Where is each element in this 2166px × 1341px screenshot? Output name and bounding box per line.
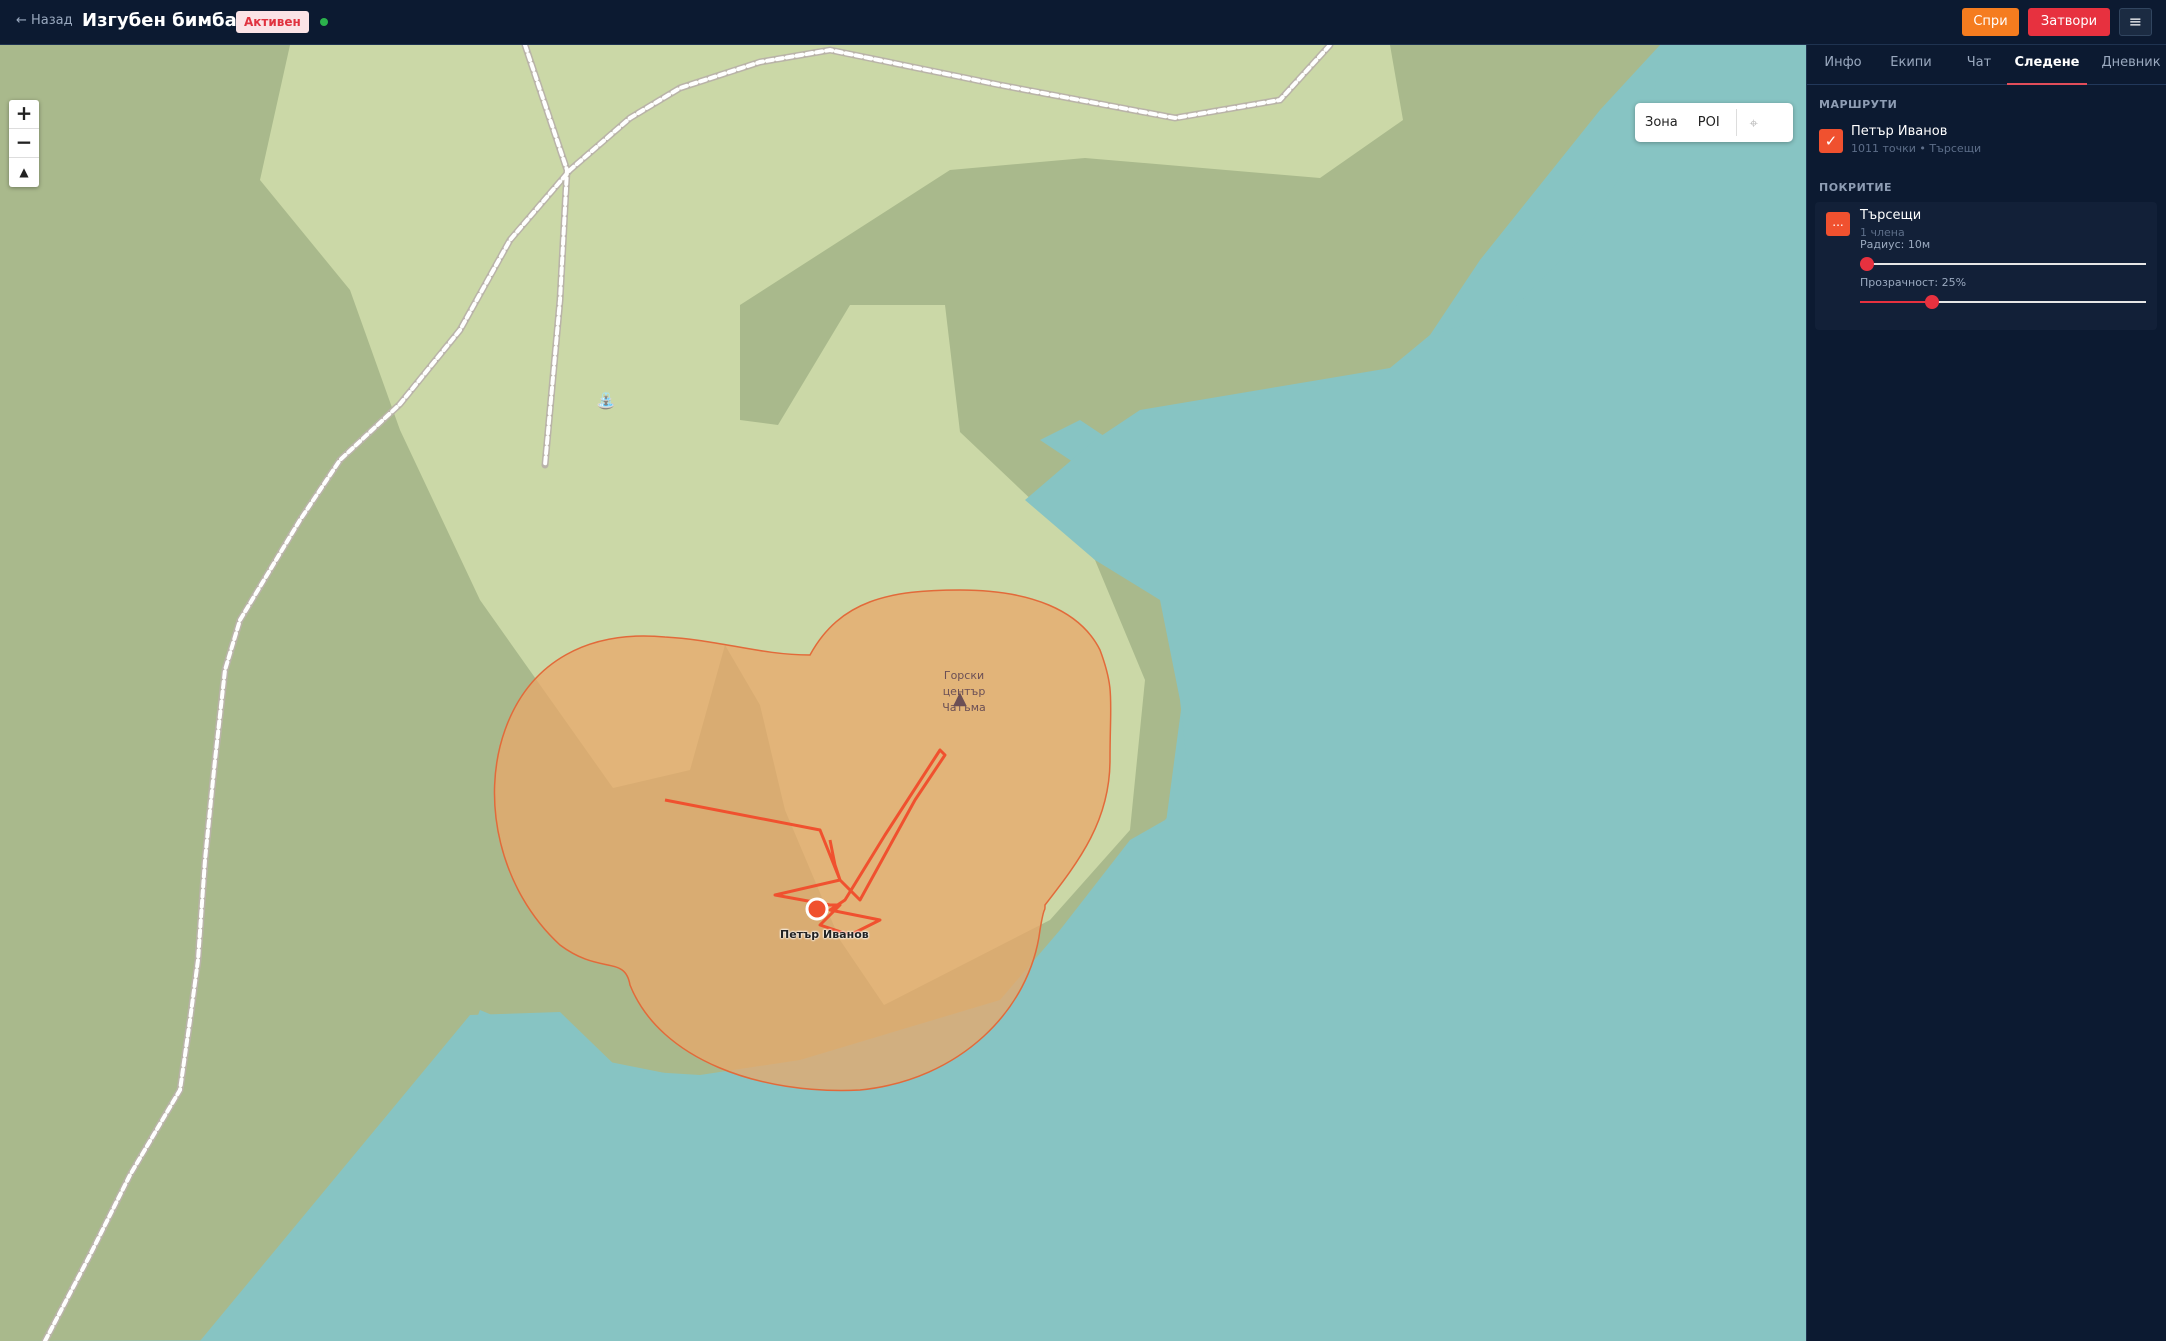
routes-section-title: МАРШРУТИ xyxy=(1819,98,1898,111)
poi-label: Горски център Чатъма xyxy=(935,668,993,716)
top-bar: ← Назад Изгубен бимбаец Активен Спри Зат… xyxy=(0,0,2166,45)
zoom-controls: + − ▲ xyxy=(9,100,39,187)
slider-thumb[interactable] xyxy=(1924,295,1939,309)
map-layers xyxy=(0,45,1806,1341)
slider-fill xyxy=(1860,301,1932,303)
route-meta: 1011 точки • Търсещи xyxy=(1851,142,1982,155)
opacity-slider[interactable] xyxy=(1860,295,2146,309)
poi-toggle[interactable]: POI xyxy=(1688,103,1730,142)
coverage-section-title: ПОКРИТИЕ xyxy=(1819,181,1893,194)
tab-bar: Инфо Екипи Чат Следене Дневник xyxy=(1807,45,2166,85)
map-canvas[interactable]: + − ▲ Зона POI ⌖ ⛲ ▲ Горски център Чатъм… xyxy=(0,45,1806,1341)
compass-icon[interactable]: ▲ xyxy=(9,158,39,187)
water-tap-icon: ⛲ xyxy=(596,391,616,410)
radius-label: Радиус: 10м xyxy=(1860,238,1931,251)
coverage-card: ... Търсещи 1 члена Радиус: 10м Прозрачн… xyxy=(1815,202,2157,330)
zoom-in-button[interactable]: + xyxy=(9,100,39,129)
status-badge: Активен xyxy=(236,11,309,33)
tab-log[interactable]: Дневник xyxy=(2097,45,2165,85)
stop-button[interactable]: Спри xyxy=(1962,8,2019,36)
close-button[interactable]: Затвори xyxy=(2028,8,2110,36)
tab-chat[interactable]: Чат xyxy=(1949,45,2009,85)
coverage-color-swatch[interactable]: ... xyxy=(1826,212,1850,236)
locate-icon[interactable]: ⌖ xyxy=(1737,114,1771,132)
menu-icon[interactable]: ≡ xyxy=(2119,8,2152,36)
person-marker xyxy=(805,897,829,921)
zone-toggle[interactable]: Зона xyxy=(1635,103,1688,142)
back-link[interactable]: ← Назад xyxy=(16,13,73,28)
radius-slider[interactable] xyxy=(1860,257,2146,271)
slider-track xyxy=(1860,263,2146,265)
marker-label: Петър Иванов xyxy=(780,928,869,941)
zoom-out-button[interactable]: − xyxy=(9,129,39,158)
tab-info[interactable]: Инфо xyxy=(1813,45,1873,85)
slider-thumb[interactable] xyxy=(1860,257,1874,271)
sidebar: Инфо Екипи Чат Следене Дневник МАРШРУТИ … xyxy=(1806,45,2166,1341)
opacity-label: Прозрачност: 25% xyxy=(1860,276,1967,289)
poi-label-line: център xyxy=(942,685,986,698)
tab-tracking[interactable]: Следене xyxy=(2007,45,2087,85)
layer-toolbar: Зона POI ⌖ xyxy=(1635,103,1793,142)
online-status-dot xyxy=(320,18,328,26)
coverage-name: Търсещи xyxy=(1860,208,1922,223)
tab-teams[interactable]: Екипи xyxy=(1881,45,1941,85)
route-checkbox[interactable]: ✓ xyxy=(1819,129,1843,153)
route-name: Петър Иванов xyxy=(1851,124,1948,139)
poi-label-line: Чатъма xyxy=(942,701,986,714)
poi-label-line: Горски xyxy=(943,669,985,682)
